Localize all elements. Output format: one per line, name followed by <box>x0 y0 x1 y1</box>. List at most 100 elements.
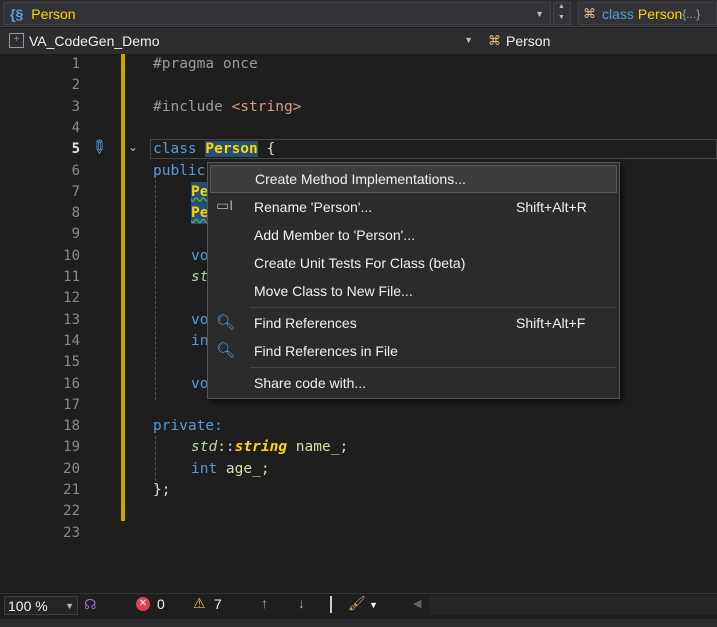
line-number: 23 <box>63 524 80 541</box>
field-age: age_; <box>217 460 270 477</box>
line-number: 8 <box>71 205 80 222</box>
type-int: int <box>191 460 218 477</box>
menu-item-share-code[interactable]: Share code with... <box>210 369 617 397</box>
include-path: <string> <box>231 98 302 115</box>
code-cleanup-brush-icon[interactable]: 🖌︎ <box>348 595 366 612</box>
menu-label: Create Method Implementations... <box>255 171 466 187</box>
code-line-14: in <box>191 332 209 349</box>
chevron-down-icon[interactable]: ▼ <box>369 600 378 610</box>
line-number: 11 <box>63 269 80 285</box>
scope-dropdown[interactable]: {§ Person ▼ <box>3 2 551 25</box>
code-line-11: st <box>191 269 209 285</box>
menu-item-find-references[interactable]: 🔍︎ Find References Shift+Alt+F <box>210 309 617 337</box>
member-suffix: {...} <box>682 6 701 21</box>
editor-status-bar: 100 % ▼ ☊ ✕ 0 ⚠ 7 ↑ ↓ 🖌︎ ▼ ◀ <box>0 593 717 617</box>
menu-separator <box>250 367 616 368</box>
menu-item-rename[interactable]: ▭I Rename 'Person'... Shift+Alt+R <box>210 193 617 221</box>
class-icon: ⌘ <box>488 32 501 48</box>
intellicode-icon[interactable]: ☊ <box>84 596 96 613</box>
warning-count[interactable]: 7 <box>214 596 222 612</box>
line-number: 18 <box>63 418 80 435</box>
code-line-3: #include <string> <box>153 97 301 118</box>
brace: { <box>257 141 276 158</box>
menu-label: Rename 'Person'... <box>254 199 373 215</box>
menu-shortcut: Shift+Alt+F <box>516 315 586 331</box>
line-number: 21 <box>63 482 80 498</box>
project-dropdown[interactable]: + VA_CodeGen_Demo ▼ <box>3 29 481 52</box>
divider <box>330 596 332 613</box>
class-icon: ⌘ <box>583 5 596 21</box>
menu-label: Find References in File <box>254 343 398 359</box>
code-line-10: vo <box>191 247 209 264</box>
namespace-std: std <box>191 439 218 456</box>
field-name: name_; <box>287 439 349 456</box>
code-line-1: #pragma once <box>153 56 258 72</box>
menu-item-add-member[interactable]: Add Member to 'Person'... <box>210 221 617 249</box>
line-number: 22 <box>63 503 80 520</box>
project-label: VA_CodeGen_Demo <box>29 32 160 49</box>
indent-guide <box>155 180 156 400</box>
find-references-icon: 🔍︎ <box>216 342 236 359</box>
menu-label: Move Class to New File... <box>254 283 413 299</box>
line-number: 13 <box>63 311 80 328</box>
line-number: 17 <box>63 396 80 413</box>
class-keyword: class <box>153 141 206 158</box>
error-icon[interactable]: ✕ <box>136 597 150 611</box>
line-number: 1 <box>71 56 80 72</box>
line-number: 10 <box>63 247 80 264</box>
line-number: 5 <box>71 141 80 158</box>
zoom-value: 100 % <box>8 598 48 614</box>
code-line-19: std::string name_; <box>191 437 348 458</box>
menu-item-find-references-in-file[interactable]: 🔍︎ Find References in File <box>210 337 617 365</box>
down-icon[interactable]: ▼ <box>558 14 565 21</box>
menu-label: Find References <box>254 315 357 331</box>
menu-label: Share code with... <box>254 375 367 391</box>
next-issue-icon[interactable]: ↓ <box>298 595 305 611</box>
line-number: 12 <box>63 290 80 307</box>
code-line-5: class Person { <box>153 139 275 160</box>
menu-separator <box>250 307 616 308</box>
line-number: 6 <box>71 162 80 179</box>
code-line-20: int age_; <box>191 459 270 480</box>
navigation-bar: {§ Person ▼ ▲ ▼ ⌘ class Person {...} <box>0 0 717 27</box>
line-number: 2 <box>71 77 80 94</box>
chevron-down-icon: ▼ <box>464 35 473 45</box>
menu-shortcut: Shift+Alt+R <box>516 199 587 215</box>
error-count[interactable]: 0 <box>157 596 165 612</box>
line-number: 7 <box>71 183 80 200</box>
warning-icon[interactable]: ⚠ <box>193 595 206 612</box>
menu-label: Create Unit Tests For Class (beta) <box>254 255 466 271</box>
chevron-down-icon: ▼ <box>65 601 74 611</box>
zoom-dropdown[interactable]: 100 % ▼ <box>4 596 78 615</box>
line-number: 4 <box>71 119 80 136</box>
class-name-selected: Person <box>205 141 258 158</box>
line-number: 19 <box>63 439 80 456</box>
quick-action-screwdriver-icon[interactable]: ✎ <box>86 135 111 161</box>
code-line-8: Pe <box>191 203 209 225</box>
menu-item-create-method-implementations[interactable]: Create Method Implementations... <box>210 165 617 193</box>
namespace-icon: {§ <box>10 5 24 22</box>
up-icon[interactable]: ▲ <box>558 3 565 10</box>
member-dropdown[interactable]: ⌘ class Person {...} <box>578 2 717 25</box>
type-string: string <box>234 439 288 456</box>
horizontal-scrollbar[interactable] <box>430 596 717 615</box>
menu-item-create-unit-tests[interactable]: Create Unit Tests For Class (beta) <box>210 249 617 277</box>
chevron-down-icon: ▼ <box>535 9 544 19</box>
line-number: 3 <box>71 98 80 115</box>
code-line-7: Pe <box>191 181 209 204</box>
code-line-6: public <box>153 162 206 179</box>
scroll-left-icon[interactable]: ◀ <box>413 597 421 610</box>
scope-op: :: <box>217 439 235 456</box>
line-number: 16 <box>63 375 80 392</box>
code-line-21: }; <box>153 482 171 498</box>
code-line-13: vo <box>191 311 209 328</box>
scroll-spinner[interactable]: ▲ ▼ <box>553 2 571 25</box>
menu-item-move-class[interactable]: Move Class to New File... <box>210 277 617 305</box>
include-directive: #include <box>153 98 232 115</box>
change-marker <box>121 54 125 521</box>
previous-issue-icon[interactable]: ↑ <box>261 595 268 611</box>
code-line-16: vo <box>191 375 209 392</box>
symbol-dropdown[interactable]: ⌘ Person <box>484 29 717 52</box>
member-name: Person <box>637 5 683 22</box>
collapse-chevron-icon[interactable]: ⌄ <box>128 140 138 154</box>
